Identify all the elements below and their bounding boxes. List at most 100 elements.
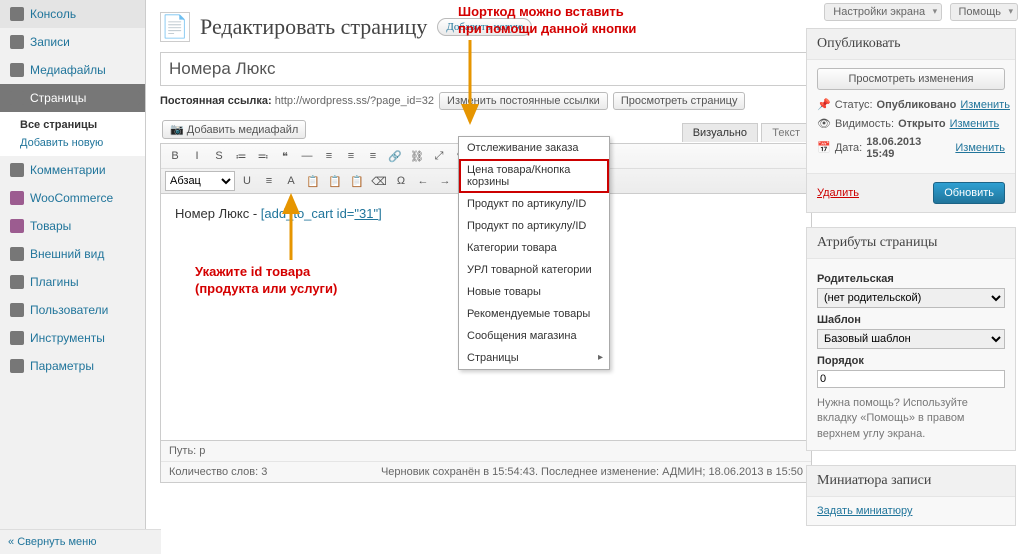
menu-icon: [10, 91, 24, 105]
dropdown-item[interactable]: Сообщения магазина: [459, 325, 609, 347]
menu-item-8[interactable]: Плагины: [0, 268, 145, 296]
toolbar-btn[interactable]: 📋: [303, 171, 323, 191]
pin-icon: 📌: [817, 98, 831, 112]
submenu-item[interactable]: Все страницы: [0, 116, 145, 134]
menu-icon: [10, 35, 24, 49]
menu-item-2[interactable]: Медиафайлы: [0, 56, 145, 84]
menu-icon: [10, 331, 24, 345]
add-media-button[interactable]: 📷 Добавить медиафайл: [162, 120, 306, 139]
toolbar-btn[interactable]: 🔗: [385, 146, 405, 166]
dropdown-item[interactable]: Категории товара: [459, 237, 609, 259]
template-select[interactable]: Базовый шаблон: [817, 329, 1005, 349]
thumb-box-title: Миниатюра записи: [807, 466, 1015, 497]
toolbar-btn[interactable]: ―: [297, 146, 317, 166]
woo-shortcode-dropdown: Отслеживание заказаЦена товара/Кнопка ко…: [458, 136, 610, 370]
menu-item-6[interactable]: Товары: [0, 212, 145, 240]
toolbar-btn[interactable]: S: [209, 146, 229, 166]
menu-icon: [10, 275, 24, 289]
title-input[interactable]: [160, 52, 814, 86]
format-select[interactable]: Абзац: [165, 171, 235, 191]
visibility-icon: 👁: [817, 117, 831, 131]
toolbar-btn[interactable]: ←: [413, 171, 433, 191]
screen-options-button[interactable]: Настройки экрана: [824, 3, 942, 21]
toolbar-btn[interactable]: ⤢: [429, 146, 449, 166]
edit-status-link[interactable]: Изменить: [960, 99, 1010, 111]
permalink-row: Постоянная ссылка: http://wordpress.ss/?…: [160, 92, 794, 110]
toolbar-btn[interactable]: 📋: [325, 171, 345, 191]
dropdown-item[interactable]: Продукт по артикулу/ID: [459, 193, 609, 215]
editor-path: Путь: p: [161, 441, 811, 462]
edit-date-link[interactable]: Изменить: [955, 142, 1005, 154]
toolbar-btn[interactable]: ≔: [231, 146, 251, 166]
dropdown-item[interactable]: Страницы: [459, 347, 609, 369]
dropdown-item[interactable]: Цена товара/Кнопка корзины: [459, 159, 609, 193]
menu-icon: [10, 191, 24, 205]
parent-select[interactable]: (нет родительской): [817, 288, 1005, 308]
toolbar-btn[interactable]: ≡: [341, 146, 361, 166]
set-thumbnail-link[interactable]: Задать миниатюру: [817, 505, 912, 517]
attrs-box-title: Атрибуты страницы: [807, 228, 1015, 259]
update-button[interactable]: Обновить: [933, 182, 1005, 204]
toolbar-btn[interactable]: ⌫: [369, 171, 389, 191]
add-new-button[interactable]: Добавить новую: [437, 18, 532, 36]
page-attributes-box: Атрибуты страницы Родительская (нет роди…: [806, 227, 1016, 451]
menu-item-1[interactable]: Записи: [0, 28, 145, 56]
page-heading: 📄 Редактировать страницу Добавить новую: [160, 12, 794, 42]
tab-text[interactable]: Текст: [761, 123, 811, 142]
toolbar-btn[interactable]: ⛓: [407, 146, 427, 166]
menu-item-5[interactable]: WooCommerce: [0, 184, 145, 212]
word-count: Количество слов: 3: [169, 466, 267, 478]
view-page-button[interactable]: Просмотреть страницу: [613, 92, 746, 110]
featured-image-box: Миниатюра записи Задать миниатюру: [806, 465, 1016, 526]
toolbar-btn[interactable]: I: [187, 146, 207, 166]
toolbar-btn[interactable]: B: [165, 146, 185, 166]
permalink-url: http://wordpress.ss/?page_id=32: [275, 95, 434, 107]
toolbar-btn[interactable]: U: [237, 171, 257, 191]
toolbar-btn[interactable]: ≡: [319, 146, 339, 166]
order-input[interactable]: [817, 370, 1005, 388]
toolbar-btn[interactable]: ❝: [275, 146, 295, 166]
template-label: Шаблон: [817, 314, 1005, 326]
dropdown-item[interactable]: Новые товары: [459, 281, 609, 303]
dropdown-item[interactable]: Рекомендуемые товары: [459, 303, 609, 325]
toolbar-btn[interactable]: 📋: [347, 171, 367, 191]
attrs-help-text: Нужна помощь? Используйте вкладку «Помощ…: [817, 396, 1005, 442]
menu-item-3[interactable]: Страницы: [0, 84, 145, 112]
calendar-icon: 📅: [817, 141, 831, 155]
toolbar-btn[interactable]: ≡: [363, 146, 383, 166]
dropdown-item[interactable]: Отслеживание заказа: [459, 137, 609, 159]
toolbar-btn[interactable]: →: [435, 171, 455, 191]
publish-box-title: Опубликовать: [807, 29, 1015, 60]
change-permalinks-button[interactable]: Изменить постоянные ссылки: [439, 92, 608, 110]
help-button[interactable]: Помощь: [950, 3, 1019, 21]
menu-icon: [10, 303, 24, 317]
parent-label: Родительская: [817, 273, 1005, 285]
tab-visual[interactable]: Визуально: [682, 123, 758, 142]
menu-item-7[interactable]: Внешний вид: [0, 240, 145, 268]
menu-item-9[interactable]: Пользователи: [0, 296, 145, 324]
menu-item-10[interactable]: Инструменты: [0, 324, 145, 352]
toolbar-btn[interactable]: ≕: [253, 146, 273, 166]
publish-box: Опубликовать Просмотреть изменения 📌Стат…: [806, 28, 1016, 213]
delete-link[interactable]: Удалить: [817, 187, 859, 199]
menu-item-11[interactable]: Параметры: [0, 352, 145, 380]
dropdown-item[interactable]: Продукт по артикулу/ID: [459, 215, 609, 237]
edit-visibility-link[interactable]: Изменить: [950, 118, 1000, 130]
toolbar-btn[interactable]: ≡: [259, 171, 279, 191]
menu-icon: [10, 359, 24, 373]
submenu-item[interactable]: Добавить новую: [0, 134, 145, 152]
toolbar-btn[interactable]: A: [281, 171, 301, 191]
menu-icon: [10, 63, 24, 77]
page-icon: 📄: [160, 12, 190, 42]
admin-menu: КонсольЗаписиМедиафайлыСтраницы Все стран…: [0, 0, 146, 554]
save-info: Черновик сохранён в 15:54:43. Последнее …: [381, 466, 803, 478]
menu-item-4[interactable]: Комментарии: [0, 156, 145, 184]
menu-icon: [10, 163, 24, 177]
order-label: Порядок: [817, 355, 1005, 367]
menu-icon: [10, 7, 24, 21]
dropdown-item[interactable]: УРЛ товарной категории: [459, 259, 609, 281]
menu-item-0[interactable]: Консоль: [0, 0, 145, 28]
toolbar-btn[interactable]: Ω: [391, 171, 411, 191]
preview-changes-button[interactable]: Просмотреть изменения: [817, 68, 1005, 90]
collapse-menu[interactable]: « Свернуть меню: [0, 529, 161, 554]
